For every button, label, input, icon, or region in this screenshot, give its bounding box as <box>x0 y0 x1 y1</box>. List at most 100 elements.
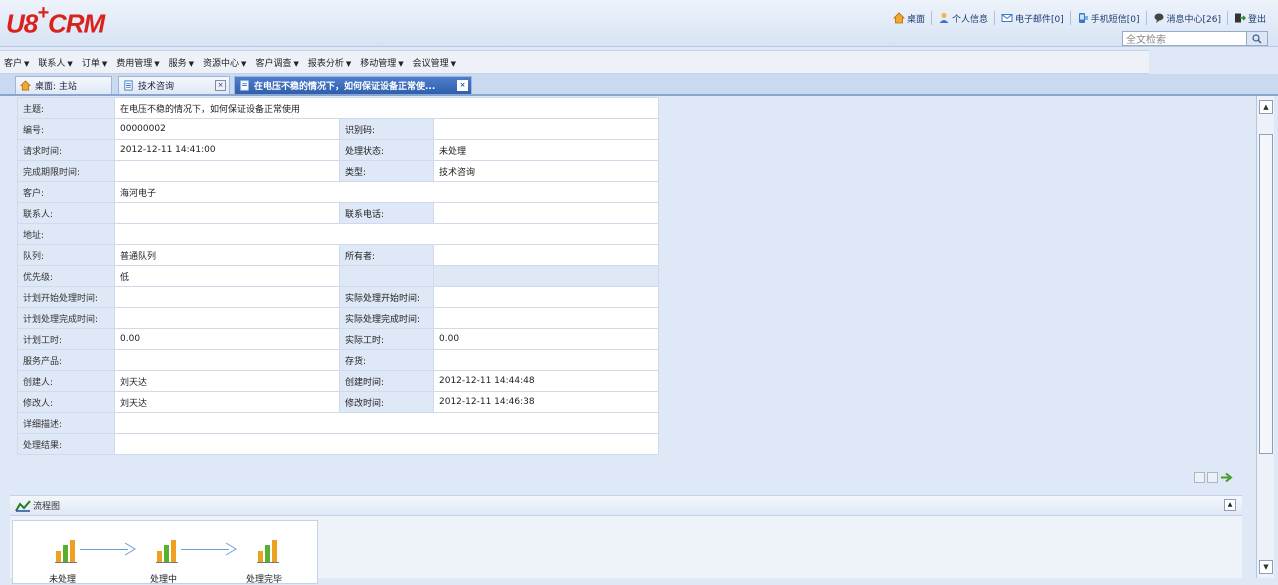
collapse-icon[interactable]: ▲ <box>1224 499 1236 511</box>
message-icon <box>1154 13 1163 23</box>
home-icon <box>20 80 31 91</box>
plan-start-label: 计划开始处理时间: <box>17 286 115 308</box>
flow-step-icon[interactable] <box>156 537 178 563</box>
menu-report[interactable]: 报表分析 ▼ <box>308 56 351 69</box>
tab-bar: 桌面: 主站 技术咨询 × 在电压不稳的情况下，如何保证设备正常使... × <box>0 74 1278 96</box>
home-link[interactable]: 桌面 <box>887 11 931 25</box>
type-value: 技术咨询 <box>433 160 659 182</box>
close-icon[interactable]: × <box>215 80 226 91</box>
plan-end-label: 计划处理完成时间: <box>17 307 115 329</box>
scroll-up-icon[interactable]: ▲ <box>1259 100 1273 114</box>
queue-label: 队列: <box>17 244 115 266</box>
flowchart-canvas: 未处理 处理中 处理完毕 <box>12 520 318 585</box>
form-row: 请求时间: 2012-12-11 14:41:00 处理状态: 未处理 <box>17 139 659 161</box>
form-row: 主题: 在电压不稳的情况下，如何保证设备正常使用 <box>17 97 659 119</box>
phone-label: 联系电话: <box>339 202 434 224</box>
scroll-down-icon[interactable]: ▼ <box>1259 560 1273 574</box>
creator-label: 创建人: <box>17 370 115 392</box>
menu-customer[interactable]: 客户 ▼ <box>4 56 29 69</box>
customer-label: 客户: <box>17 181 115 203</box>
scroll-thumb[interactable] <box>1259 134 1273 454</box>
menu-expense[interactable]: 费用管理 ▼ <box>116 56 159 69</box>
arrow-right-icon <box>225 542 237 556</box>
number-label: 编号: <box>17 118 115 140</box>
flow-step-label: 未处理 <box>49 575 77 585</box>
fulltext-search[interactable]: 全文检索 <box>1122 31 1268 46</box>
phone-value <box>433 202 659 224</box>
tab-tech-consult[interactable]: 技术咨询 × <box>118 76 230 94</box>
actual-hours-label: 实际工时: <box>339 328 434 350</box>
flow-connector <box>181 549 229 550</box>
product-label: 服务产品: <box>17 349 115 371</box>
menu-contact[interactable]: 联系人 ▼ <box>38 56 72 69</box>
form-row: 创建人: 刘天达 创建时间: 2012-12-11 14:44:48 <box>17 370 659 392</box>
modified-label: 修改时间: <box>339 391 434 413</box>
menu-meeting[interactable]: 会议管理 ▼ <box>413 56 456 69</box>
search-input[interactable]: 全文检索 <box>1123 31 1246 46</box>
flowchart-title: 流程图 <box>33 502 61 512</box>
tab-current-request[interactable]: 在电压不稳的情况下，如何保证设备正常使... × <box>234 76 472 94</box>
code-value <box>433 118 659 140</box>
subject-value: 在电压不稳的情况下，如何保证设备正常使用 <box>114 97 659 119</box>
product-value <box>114 349 340 371</box>
contact-label: 联系人: <box>17 202 115 224</box>
request-time-label: 请求时间: <box>17 139 115 161</box>
actual-start-label: 实际处理开始时间: <box>339 286 434 308</box>
created-label: 创建时间: <box>339 370 434 392</box>
menu-resource[interactable]: 资源中心 ▼ <box>203 56 246 69</box>
result-value <box>114 433 659 455</box>
flowchart-body: 未处理 处理中 处理完毕 <box>10 516 1242 585</box>
service-request-form: 主题: 在电压不稳的情况下，如何保证设备正常使用 编号: 00000002 识别… <box>17 97 659 455</box>
form-row: 完成期限时间: 类型: 技术咨询 <box>17 160 659 182</box>
form-row: 详细描述: <box>17 412 659 434</box>
subject-label: 主题: <box>17 97 115 119</box>
menu-mobile[interactable]: 移动管理 ▼ <box>360 56 403 69</box>
address-value <box>114 223 659 245</box>
menu-order[interactable]: 订单 ▼ <box>82 56 107 69</box>
mail-icon <box>1001 14 1013 22</box>
message-center-link[interactable]: 消息中心[26] <box>1145 11 1227 25</box>
menu-service[interactable]: 服务 ▼ <box>169 56 194 69</box>
flow-step-label: 处理中 <box>150 575 178 585</box>
flowchart-icon <box>15 499 31 512</box>
sms-link[interactable]: 手机短信[0] <box>1069 11 1146 25</box>
next-arrow-icon[interactable] <box>1220 472 1234 483</box>
queue-value[interactable]: 普通队列 <box>114 244 340 266</box>
panel-controls <box>1194 472 1234 483</box>
search-icon <box>1252 33 1262 43</box>
restore-icon[interactable] <box>1194 472 1205 483</box>
actual-start-value <box>433 286 659 308</box>
close-icon[interactable]: × <box>457 80 468 91</box>
address-label: 地址: <box>17 223 115 245</box>
flow-step-icon[interactable] <box>257 537 279 563</box>
status-label: 处理状态: <box>339 139 434 161</box>
tab-desktop[interactable]: 桌面: 主站 <box>15 76 112 94</box>
owner-value <box>433 244 659 266</box>
form-row: 编号: 00000002 识别码: <box>17 118 659 140</box>
menu-survey[interactable]: 客户调查 ▼ <box>255 56 298 69</box>
flowchart-header: 流程图 ▲ <box>10 495 1242 516</box>
search-button[interactable] <box>1246 32 1267 45</box>
form-row: 计划开始处理时间: 实际处理开始时间: <box>17 286 659 308</box>
form-row: 服务产品: 存货: <box>17 349 659 371</box>
flow-step-icon[interactable] <box>55 537 77 563</box>
owner-label: 所有者: <box>339 244 434 266</box>
email-link[interactable]: 电子邮件[0] <box>994 11 1070 25</box>
stock-value <box>433 349 659 371</box>
deadline-label: 完成期限时间: <box>17 160 115 182</box>
form-row: 处理结果: <box>17 433 659 455</box>
profile-link[interactable]: 个人信息 <box>930 11 994 25</box>
deadline-value <box>114 160 340 182</box>
arrow-right-icon <box>124 542 136 556</box>
number-value: 00000002 <box>114 118 340 140</box>
actual-hours-value: 0.00 <box>433 328 659 350</box>
detail-label: 详细描述: <box>17 412 115 434</box>
minimize-icon[interactable] <box>1207 472 1218 483</box>
modifier-value: 刘天达 <box>114 391 340 413</box>
document-icon <box>124 80 133 91</box>
app-logo[interactable]: U8+CRM <box>6 2 105 40</box>
request-time-value: 2012-12-11 14:41:00 <box>114 139 340 161</box>
customer-value[interactable]: 海河电子 <box>114 181 659 203</box>
vertical-scrollbar[interactable]: ▲ ▼ <box>1256 96 1274 578</box>
logout-link[interactable]: 登出 <box>1226 11 1272 25</box>
